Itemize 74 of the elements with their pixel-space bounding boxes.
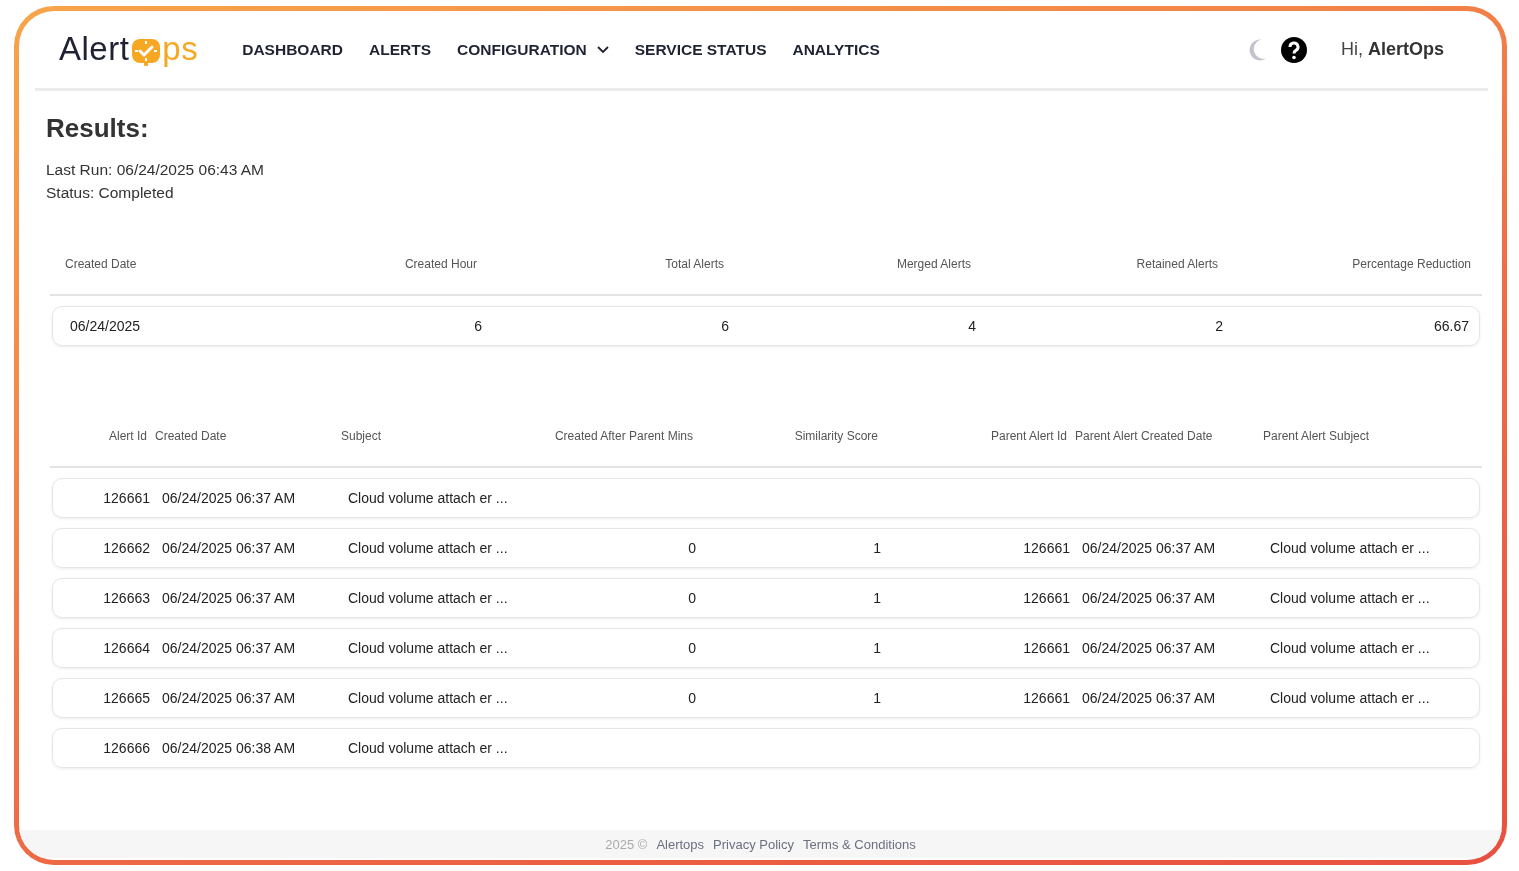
nav-link[interactable]: ANALYTICS xyxy=(792,40,880,59)
column-header: Created After Parent Mins xyxy=(553,429,693,443)
created-date-cell: 06/24/2025 06:37 AM xyxy=(162,690,296,706)
table-cell-text: 06/24/2025 xyxy=(70,318,142,334)
column-header: Parent Alert Id xyxy=(989,429,1067,443)
minutes-after-parent-cell: 0 xyxy=(688,640,696,656)
footer-link[interactable]: Privacy Policy xyxy=(713,836,794,852)
column-header: Created Date xyxy=(154,429,228,443)
parent-subject-cell: Cloud volume attach er ... xyxy=(1270,690,1430,706)
table-cell-text: 4 xyxy=(967,318,976,334)
alert-id-cell: 126661 xyxy=(103,490,150,506)
column-header: Total Alerts xyxy=(664,257,724,271)
alert-id-cell: 126664 xyxy=(103,640,150,656)
column-header: Alert Id xyxy=(108,429,147,443)
alert-id-cell: 126662 xyxy=(103,540,150,556)
subject-cell: Cloud volume attach er ... xyxy=(348,540,508,556)
alert-id-cell: 126665 xyxy=(103,690,150,706)
user-greeting[interactable]: Hi, AlertOps xyxy=(1340,39,1444,60)
nav-link[interactable]: DASHBOARD xyxy=(242,40,343,59)
footer-link[interactable]: Terms & Conditions xyxy=(803,836,916,852)
parent-subject-cell: Cloud volume attach er ... xyxy=(1270,640,1430,656)
column-header: Created Date xyxy=(65,257,138,271)
column-header: Parent Alert Created Date xyxy=(1074,429,1214,443)
status-text: Status: Completed xyxy=(46,183,175,203)
parent-alert-id-cell: 126661 xyxy=(1023,540,1070,556)
nav-link[interactable]: SERVICE STATUS xyxy=(634,40,767,59)
results-title: Results: xyxy=(46,113,150,144)
similarity-score-cell: 1 xyxy=(873,590,881,606)
subject-cell: Cloud volume attach er ... xyxy=(348,640,508,656)
subject-cell: Cloud volume attach er ... xyxy=(348,590,508,606)
column-header: Percentage Reduction xyxy=(1351,257,1471,271)
table-cell-text: 2 xyxy=(1214,318,1223,334)
copyright-text: 2025 © xyxy=(605,836,648,852)
alert-id-cell: 126666 xyxy=(103,740,150,756)
alert-id-cell: 126663 xyxy=(103,590,150,606)
created-date-cell: 06/24/2025 06:37 AM xyxy=(162,640,296,656)
minutes-after-parent-cell: 0 xyxy=(688,540,696,556)
nav-link[interactable]: ALERTS xyxy=(368,40,431,59)
parent-alert-id-cell: 126661 xyxy=(1023,690,1070,706)
table-cell-text: 6 xyxy=(473,318,482,334)
subject-cell: Cloud volume attach er ... xyxy=(348,690,508,706)
column-header: Parent Alert Subject xyxy=(1262,429,1371,443)
help-icon[interactable] xyxy=(1280,36,1307,63)
minutes-after-parent-cell: 0 xyxy=(688,690,696,706)
created-date-cell: 06/24/2025 06:37 AM xyxy=(162,490,296,506)
created-date-cell: 06/24/2025 06:38 AM xyxy=(162,740,296,756)
table-cell-text: 6 xyxy=(720,318,729,334)
column-header: Merged Alerts xyxy=(895,257,971,271)
similarity-score-cell: 1 xyxy=(873,690,881,706)
parent-subject-cell: Cloud volume attach er ... xyxy=(1270,590,1430,606)
logo[interactable]: Alert ps xyxy=(59,31,199,68)
similarity-score-cell: 1 xyxy=(873,640,881,656)
parent-created-date-cell: 06/24/2025 06:37 AM xyxy=(1082,540,1216,556)
footer-link[interactable]: Alertops xyxy=(656,836,705,852)
nav-link[interactable]: CONFIGURATION xyxy=(456,40,609,59)
minutes-after-parent-cell: 0 xyxy=(688,590,696,606)
subject-cell: Cloud volume attach er ... xyxy=(348,490,508,506)
parent-subject-cell: Cloud volume attach er ... xyxy=(1270,540,1430,556)
column-header: Created Hour xyxy=(403,257,477,271)
created-date-cell: 06/24/2025 06:37 AM xyxy=(162,590,296,606)
created-date-cell: 06/24/2025 06:37 AM xyxy=(162,540,296,556)
parent-created-date-cell: 06/24/2025 06:37 AM xyxy=(1082,690,1216,706)
similarity-score-cell: 1 xyxy=(873,540,881,556)
chevron-down-icon xyxy=(596,45,609,54)
parent-alert-id-cell: 126661 xyxy=(1023,590,1070,606)
column-header: Similarity Score xyxy=(793,429,878,443)
column-header: Retained Alerts xyxy=(1135,257,1218,271)
subject-cell: Cloud volume attach er ... xyxy=(348,740,508,756)
parent-created-date-cell: 06/24/2025 06:37 AM xyxy=(1082,590,1216,606)
parent-created-date-cell: 06/24/2025 06:37 AM xyxy=(1082,640,1216,656)
column-header: Subject xyxy=(340,429,383,443)
table-cell-text: 66.67 xyxy=(1432,318,1469,334)
last-run-text: Last Run: 06/24/2025 06:43 AM xyxy=(46,160,266,180)
parent-alert-id-cell: 126661 xyxy=(1023,640,1070,656)
